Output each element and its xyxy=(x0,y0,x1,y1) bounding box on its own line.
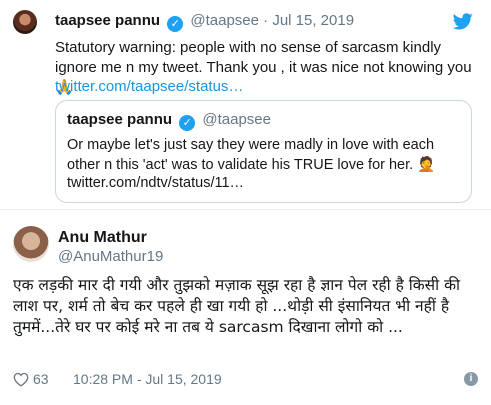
tweet-date[interactable]: · Jul 15, 2019 xyxy=(263,12,354,29)
avatar[interactable] xyxy=(13,10,37,34)
like-count[interactable]: 63 xyxy=(33,371,49,387)
reply-author-handle[interactable]: @AnuMathur19 xyxy=(58,248,163,265)
reply-tweet-text: एक लड़की मार दी गयी और तुझको मज़ाक सूझ र… xyxy=(13,276,461,336)
tweet-footer: 63 10:28 PM - Jul 15, 2019 i xyxy=(13,370,478,390)
quoted-tweet-link: twitter.com/ndtv/status/11… xyxy=(67,175,245,191)
info-icon[interactable]: i xyxy=(464,372,478,386)
reply-timestamp[interactable]: 10:28 PM - Jul 15, 2019 xyxy=(73,371,222,387)
quoted-author-handle: @taapsee xyxy=(202,111,271,128)
verified-badge-icon: ✓ xyxy=(167,16,184,32)
quoted-tweet-text: Or maybe let's just say they were madly … xyxy=(67,137,436,173)
tweet-link[interactable]: twitter.com/taapsee/status… xyxy=(55,78,243,95)
twitter-bird-icon[interactable] xyxy=(453,13,473,30)
quoted-tweet-header: taapsee pannu ✓ @taapsee xyxy=(67,111,271,131)
avatar[interactable] xyxy=(13,226,49,262)
quoted-tweet[interactable]: taapsee pannu ✓ @taapsee Or maybe let's … xyxy=(55,100,472,203)
verified-badge-icon: ✓ xyxy=(179,115,196,131)
author-name[interactable]: taapsee pannu xyxy=(55,12,160,29)
reply-author-name[interactable]: Anu Mathur xyxy=(58,229,147,247)
quoted-author-name: taapsee pannu xyxy=(67,111,173,128)
author-handle[interactable]: @taapsee xyxy=(190,12,259,29)
heart-icon[interactable] xyxy=(13,372,29,387)
parent-tweet[interactable]: taapsee pannu ✓ @taapsee · Jul 15, 2019 … xyxy=(0,0,491,210)
parent-tweet-header: taapsee pannu ✓ @taapsee · Jul 15, 2019 xyxy=(55,12,354,32)
